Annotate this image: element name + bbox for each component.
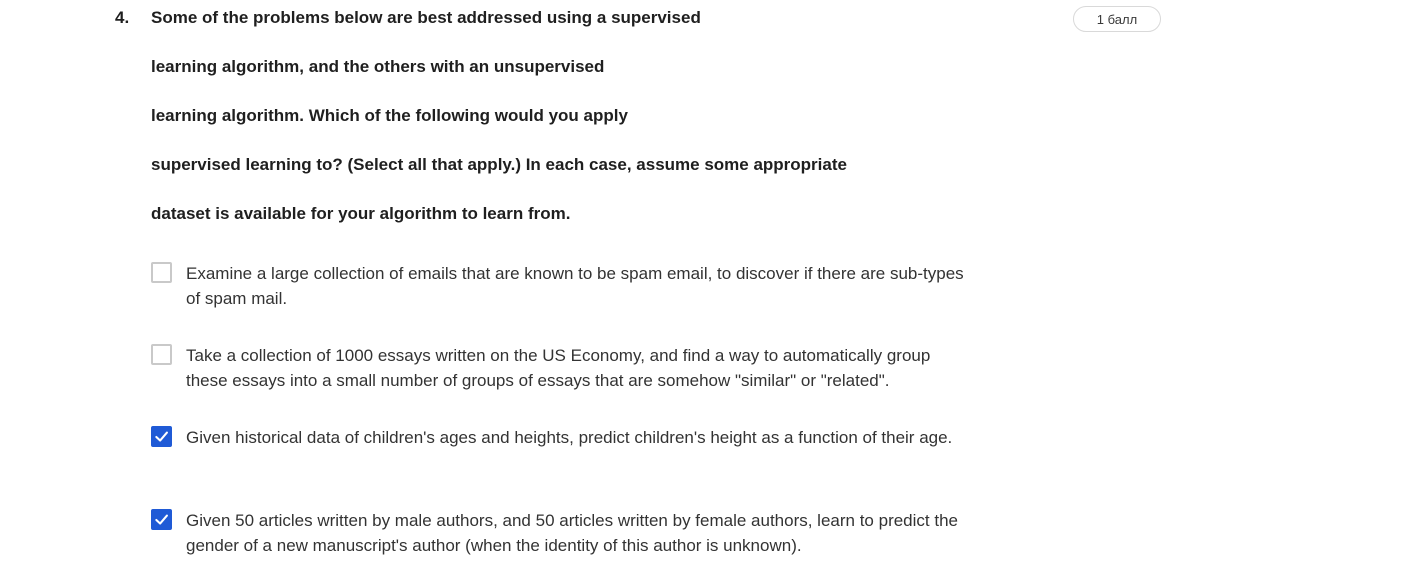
prompt-line: supervised learning to? (Select all that… (151, 155, 847, 174)
option-essay-grouping[interactable]: Take a collection of 1000 essays written… (151, 343, 981, 393)
check-icon (155, 514, 168, 525)
check-icon (155, 431, 168, 442)
option-checkbox[interactable] (151, 509, 172, 530)
question-number: 4. (115, 8, 130, 27)
option-checkbox[interactable] (151, 426, 172, 447)
option-checkbox[interactable] (151, 344, 172, 365)
prompt-line: Some of the problems below are best addr… (151, 8, 701, 27)
option-label: Examine a large collection of emails tha… (186, 264, 964, 308)
option-author-gender[interactable]: Given 50 articles written by male author… (151, 508, 981, 558)
option-label: Take a collection of 1000 essays written… (186, 346, 931, 390)
prompt-line: learning algorithm. Which of the followi… (151, 106, 628, 125)
option-label: Given 50 articles written by male author… (186, 511, 958, 555)
prompt-line: learning algorithm, and the others with … (151, 57, 605, 76)
option-label: Given historical data of children's ages… (186, 428, 953, 447)
option-checkbox[interactable] (151, 262, 172, 283)
option-spam-subtypes[interactable]: Examine a large collection of emails tha… (151, 261, 981, 311)
prompt-line: dataset is available for your algorithm … (151, 204, 571, 223)
option-children-height[interactable]: Given historical data of children's ages… (151, 425, 981, 450)
points-badge: 1 балл (1073, 6, 1161, 32)
